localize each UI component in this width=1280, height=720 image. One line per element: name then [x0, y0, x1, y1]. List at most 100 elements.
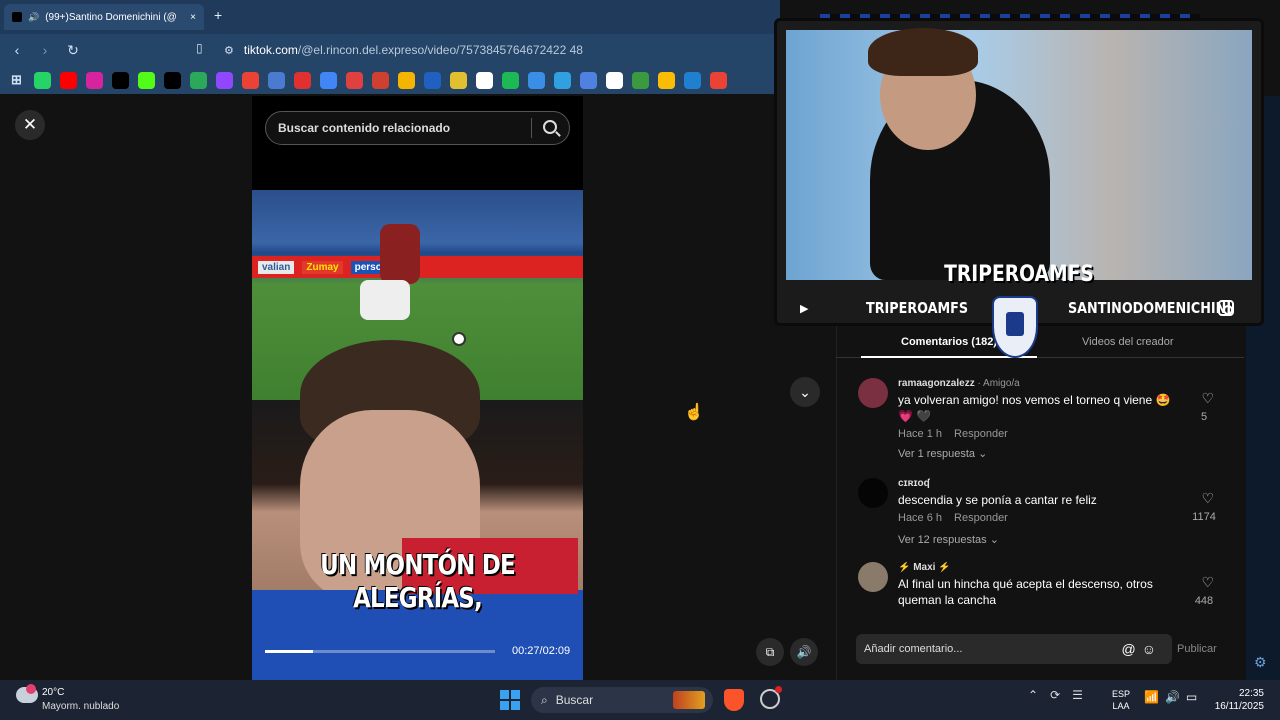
youtube-icon[interactable] [60, 71, 77, 89]
picture-in-picture-icon[interactable]: ⧉ [756, 638, 784, 666]
comment-username[interactable]: ⚡ Maxi ⚡ [898, 562, 951, 573]
windows-start-icon[interactable] [500, 690, 520, 710]
app-icon-1[interactable] [190, 71, 207, 89]
weather-temp[interactable]: 20°C [42, 687, 64, 698]
publish-button[interactable]: Publicar [1177, 643, 1217, 655]
search-icon[interactable] [543, 120, 557, 134]
app-icon-2[interactable] [268, 71, 285, 89]
bookmarks-bar: ⊞ [0, 66, 780, 94]
mention-emoji-icons[interactable]: @☺ [1121, 641, 1162, 657]
system-tray[interactable]: ⌃ ⟳ ☰ [1028, 688, 1083, 702]
video-progress-bar[interactable] [265, 650, 495, 653]
view-replies-link[interactable]: Ver 1 respuesta ⌄ [898, 447, 987, 460]
instagram-icon[interactable] [86, 71, 103, 89]
app-icon-12[interactable] [606, 71, 623, 89]
spotify-icon[interactable] [502, 71, 519, 89]
app-icon-4[interactable] [346, 71, 363, 89]
app-icon-6[interactable] [398, 71, 415, 89]
comment-item: cɪʀɪoʠ descendia y se ponía a cantar re … [858, 478, 1228, 548]
apps-grid-icon[interactable]: ⊞ [8, 72, 25, 89]
reply-button[interactable]: Responder [954, 428, 1008, 440]
network-tray-icon[interactable]: ☰ [1072, 688, 1083, 702]
comment-username[interactable]: ramaagonzalezz [898, 378, 975, 389]
streamer-hair [868, 28, 978, 76]
google-icon-2[interactable] [710, 71, 727, 89]
video-caption: UN MONTÓN DE ALEGRÍAS, [320, 548, 516, 614]
chevron-down-icon[interactable]: ⌄ [790, 377, 820, 407]
player-red [380, 224, 420, 284]
docs-icon[interactable] [320, 71, 337, 89]
add-comment-placeholder: Añadir comentario... [864, 643, 963, 655]
search-divider [531, 118, 532, 138]
app-icon-14[interactable] [684, 71, 701, 89]
comment-time: Hace 6 h [898, 512, 943, 524]
tiktok-icon[interactable] [112, 71, 129, 89]
clock[interactable]: 22:35 16/11/2025 [1212, 687, 1264, 713]
avatar[interactable] [858, 378, 888, 408]
app-icon-13[interactable] [632, 71, 649, 89]
search-highlight-image [673, 691, 705, 709]
forward-icon[interactable]: › [34, 39, 56, 61]
app-icon-9[interactable] [476, 71, 493, 89]
url-path: /@el.rincon.del.expreso/video/7573845764… [297, 43, 583, 57]
tab-creator-videos[interactable]: Videos del creador [1082, 336, 1174, 348]
video-time: 00:27/02:09 [512, 645, 571, 657]
tiktok-icon [12, 12, 22, 22]
lang-secondary: LAA [1112, 701, 1130, 711]
app-icon-10[interactable] [554, 71, 571, 89]
taskbar-search[interactable]: ⌕ Buscar [531, 687, 713, 713]
language-indicator[interactable]: ESP LAA [1112, 688, 1130, 712]
like-heart-icon[interactable]: ♡ [1201, 574, 1214, 591]
tab-close-button[interactable]: × [190, 12, 196, 23]
tab-comments[interactable]: Comentarios (182) [901, 336, 997, 348]
drive-icon[interactable] [658, 71, 675, 89]
google-icon[interactable] [242, 71, 259, 89]
bookmark-icon[interactable]: ▯ [196, 41, 203, 55]
volume-icon[interactable]: 🔊 [790, 638, 818, 666]
youtube-icon: ▶ [800, 303, 809, 315]
app-icon-5[interactable] [372, 71, 389, 89]
avatar[interactable] [858, 478, 888, 508]
clock-time: 22:35 [1238, 688, 1264, 699]
comment-user[interactable]: ramaagonzalezz · Amigo/a [898, 378, 1020, 389]
app-icon-7[interactable] [424, 71, 441, 89]
twitch-icon[interactable] [216, 71, 233, 89]
app-icon-11[interactable] [580, 71, 597, 89]
reload-icon[interactable]: ↻ [62, 39, 84, 61]
avatar[interactable] [858, 562, 888, 592]
instagram-handle: SANTINODOMENICHINI [1068, 299, 1232, 317]
add-comment-input[interactable]: Añadir comentario... @☺ [856, 634, 1172, 664]
back-icon[interactable]: ‹ [6, 39, 28, 61]
wifi-volume-battery-icons[interactable]: 📶🔊▭ [1144, 690, 1203, 704]
new-tab-button[interactable]: + [214, 7, 222, 23]
brave-browser-icon[interactable] [724, 689, 744, 711]
comment-meta: Hace 6 h Responder [898, 512, 1008, 524]
comment-time: Hace 1 h [898, 428, 943, 440]
download-icon[interactable] [528, 71, 545, 89]
reply-button[interactable]: Responder [954, 512, 1008, 524]
chevron-up-icon[interactable]: ⌃ [1028, 688, 1038, 702]
comment-text: ya volveran amigo! nos vemos el torneo q… [898, 393, 1171, 423]
related-search-input[interactable]: Buscar contenido relacionado [265, 111, 570, 145]
comment-username[interactable]: cɪʀɪoʠ [898, 478, 930, 489]
like-heart-icon[interactable]: ♡ [1201, 490, 1214, 507]
url-field[interactable]: ⚙ tiktok.com/@el.rincon.del.expreso/vide… [224, 38, 776, 62]
app-icon-8[interactable] [450, 71, 467, 89]
comment-text: descendia y se ponía a cantar re feliz [898, 493, 1097, 507]
close-video-button[interactable]: ✕ [15, 110, 45, 140]
like-heart-icon[interactable]: ♡ [1201, 390, 1214, 407]
whatsapp-icon[interactable] [34, 71, 51, 89]
app-icon-3[interactable] [294, 71, 311, 89]
site-info-icon[interactable]: ⚙ [224, 44, 234, 57]
browser-tab[interactable]: 🔊 (99+)Santino Domenichini (@ × [4, 4, 204, 30]
gear-icon[interactable]: ⚙ [1254, 654, 1267, 671]
weather-desc[interactable]: Mayorm. nublado [42, 701, 119, 712]
comment-item: ⚡ Maxi ⚡ Al final un hincha qué acepta e… [858, 562, 1228, 618]
sync-icon[interactable]: ⟳ [1050, 688, 1060, 702]
tab-title: (99+)Santino Domenichini (@ [45, 11, 177, 23]
notification-dot [775, 686, 782, 693]
speaker-icon[interactable]: 🔊 [28, 12, 39, 23]
view-replies-link[interactable]: Ver 12 respuestas ⌄ [898, 533, 999, 546]
x-icon[interactable] [164, 71, 181, 89]
kick-icon[interactable] [138, 71, 155, 89]
